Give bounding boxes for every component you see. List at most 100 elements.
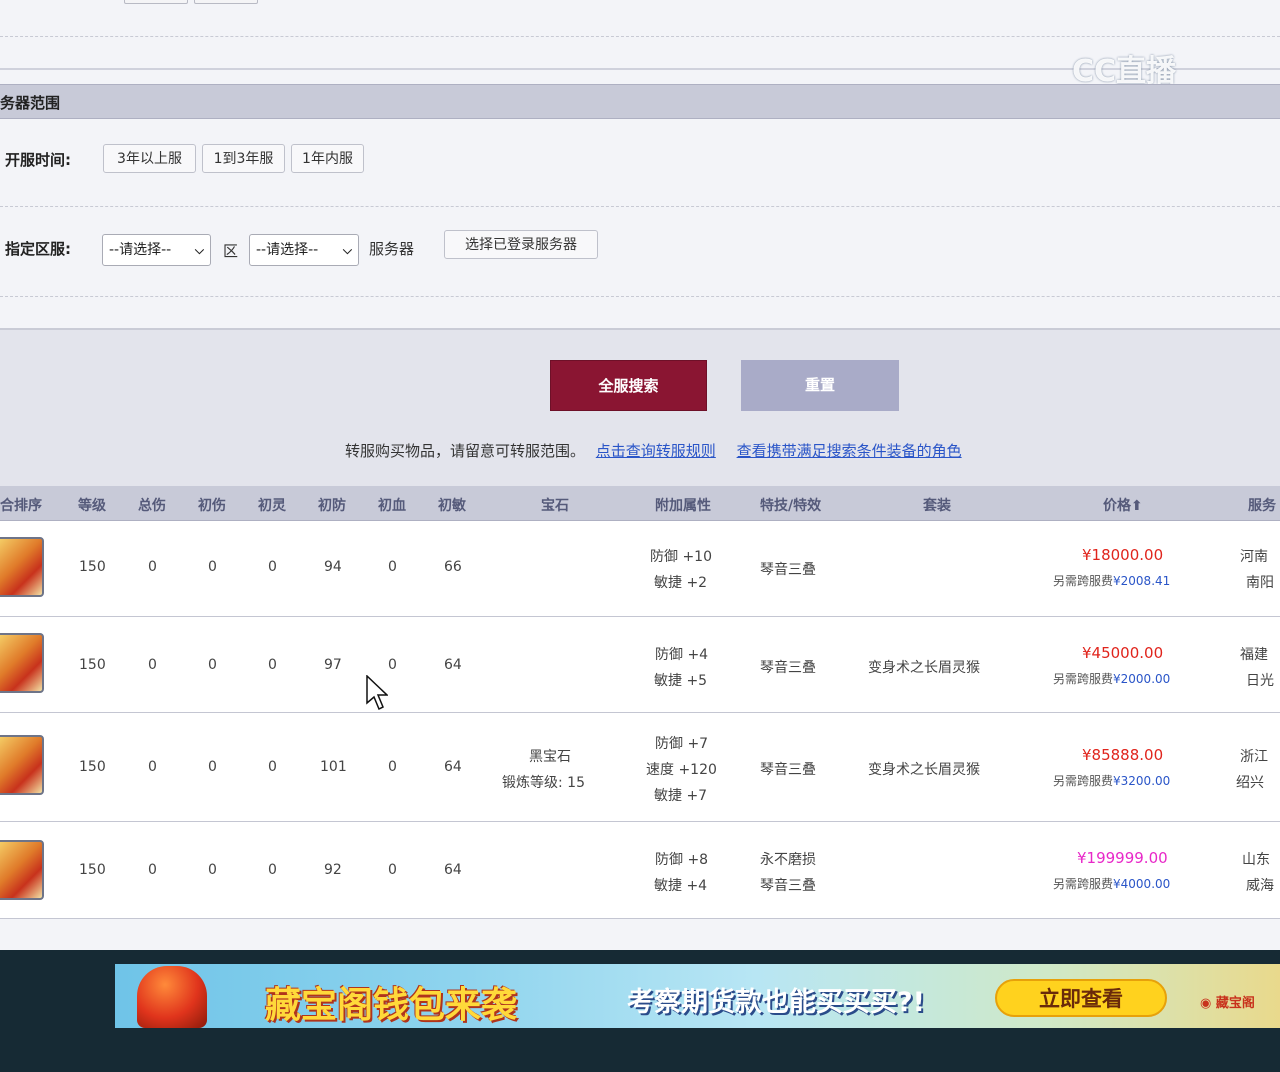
th-init-defense[interactable]: 初防 xyxy=(318,495,346,515)
cell-init-spirit: 0 xyxy=(268,559,277,575)
banner-logo-text: 藏宝阁 xyxy=(1215,996,1255,1011)
cell-level: 150 xyxy=(79,862,106,878)
cell-gem-level: 锻炼等级: 15 xyxy=(502,775,585,791)
full-server-search-button[interactable]: 全服搜索 xyxy=(550,360,707,411)
th-gem: 宝石 xyxy=(541,498,569,514)
divider xyxy=(0,206,1280,207)
table-row[interactable]: 150 0 0 0 101 0 64 黑宝石 锻炼等级: 15 防御 +7 速度… xyxy=(0,713,1280,822)
cell-init-defense: 94 xyxy=(324,559,342,575)
th-init-spirit[interactable]: 初灵 xyxy=(258,495,286,515)
th-attributes: 附加属性 xyxy=(655,498,711,514)
th-init-hp[interactable]: 初血 xyxy=(378,495,406,515)
cell-skill: 永不磨损 xyxy=(760,852,816,868)
cell-attribute: 速度 +120 xyxy=(646,762,717,778)
cell-init-damage: 0 xyxy=(208,657,217,673)
mascot-icon xyxy=(137,966,207,1028)
cell-init-agility: 64 xyxy=(444,862,462,878)
cell-init-damage: 0 xyxy=(208,862,217,878)
th-set: 套装 xyxy=(923,498,951,514)
cell-server-region: 浙江 xyxy=(1240,749,1268,765)
open-time-3plus-button[interactable]: 3年以上服 xyxy=(103,144,196,173)
choose-logged-server-button[interactable]: 选择已登录服务器 xyxy=(444,230,598,259)
cell-price: ¥18000.00 xyxy=(1082,546,1164,564)
open-time-within1-button[interactable]: 1年内服 xyxy=(291,144,364,173)
th-init-damage[interactable]: 初伤 xyxy=(198,495,226,515)
area-select-value: --请选择-- xyxy=(109,242,172,258)
cell-attribute: 敏捷 +4 xyxy=(654,878,708,894)
fee-label: 另需跨服费 xyxy=(1053,877,1114,891)
server-select-value: --请选择-- xyxy=(256,242,319,258)
server-suffix: 服务器 xyxy=(369,240,415,258)
cell-level: 150 xyxy=(79,657,106,673)
cell-server-name: 绍兴 xyxy=(1236,775,1264,791)
cell-attribute: 防御 +8 xyxy=(655,852,709,868)
cell-price: ¥199999.00 xyxy=(1077,849,1168,867)
cell-fee: 另需跨服费¥4000.00 xyxy=(1053,875,1170,892)
divider xyxy=(0,296,1280,297)
th-init-agility[interactable]: 初敏 xyxy=(438,495,466,515)
cell-server-region: 河南 xyxy=(1240,549,1268,565)
server-select[interactable]: --请选择-- ⌵ xyxy=(249,234,359,266)
cell-total-damage: 0 xyxy=(148,559,157,575)
fee-amount: ¥4000.00 xyxy=(1113,877,1171,891)
area-select[interactable]: --请选择-- ⌵ xyxy=(102,234,211,266)
item-thumbnail[interactable] xyxy=(0,633,44,693)
cell-init-hp: 0 xyxy=(388,862,397,878)
cell-init-damage: 0 xyxy=(208,559,217,575)
ad-banner[interactable]: 藏宝阁钱包来袭 考察期货款也能买买买?! 立即查看 ◉ 藏宝阁 xyxy=(115,964,1280,1028)
th-price[interactable]: 价格⬆ xyxy=(1103,495,1143,515)
cell-init-hp: 0 xyxy=(388,759,397,775)
th-total-damage[interactable]: 总伤 xyxy=(138,495,166,515)
open-time-1to3-button[interactable]: 1到3年服 xyxy=(202,144,285,173)
cell-total-damage: 0 xyxy=(148,862,157,878)
banner-subtitle: 考察期货款也能买买买?! xyxy=(627,987,925,1018)
th-skills: 特技/特效 xyxy=(760,498,822,514)
server-range-header: 务器范围 xyxy=(0,84,1280,119)
reset-button[interactable]: 重置 xyxy=(741,360,899,411)
transfer-notice: 转服购买物品，请留意可转服范围。 点击查询转服规则 查看携带满足搜索条件装备的角… xyxy=(345,440,962,461)
fee-amount: ¥2008.41 xyxy=(1113,574,1171,588)
cell-skill: 琴音三叠 xyxy=(760,762,816,778)
item-thumbnail[interactable] xyxy=(0,840,44,900)
divider xyxy=(0,36,1280,37)
cell-skill: 琴音三叠 xyxy=(760,878,816,894)
cell-gem: 黑宝石 xyxy=(529,749,571,765)
view-now-button[interactable]: 立即查看 xyxy=(995,979,1167,1017)
coin-icon: ◉ xyxy=(1200,996,1212,1011)
top-button-1[interactable] xyxy=(124,0,188,4)
table-row[interactable]: 150 0 0 0 94 0 66 防御 +10 敏捷 +2 琴音三叠 ¥180… xyxy=(0,521,1280,617)
cell-price: ¥45000.00 xyxy=(1082,644,1164,662)
fee-label: 另需跨服费 xyxy=(1053,672,1114,686)
results-table-header: 合排序 等级 总伤 初伤 初灵 初防 初血 初敏 宝石 附加属性 特技/特效 套… xyxy=(0,486,1280,521)
cell-server-region: 福建 xyxy=(1240,647,1268,663)
transfer-rules-link[interactable]: 点击查询转服规则 xyxy=(596,442,716,460)
fee-label: 另需跨服费 xyxy=(1053,574,1114,588)
cell-fee: 另需跨服费¥2008.41 xyxy=(1053,572,1170,589)
mouse-cursor-icon xyxy=(366,675,388,711)
cell-init-defense: 92 xyxy=(324,862,342,878)
fee-amount: ¥3200.00 xyxy=(1113,774,1171,788)
area-suffix: 区 xyxy=(223,242,239,260)
cell-attribute: 防御 +4 xyxy=(655,647,709,663)
table-row[interactable]: 150 0 0 0 97 0 64 防御 +4 敏捷 +5 琴音三叠 变身术之长… xyxy=(0,617,1280,713)
table-row[interactable]: 150 0 0 0 92 0 64 防御 +8 敏捷 +4 永不磨损 琴音三叠 … xyxy=(0,822,1280,919)
view-matching-roles-link[interactable]: 查看携带满足搜索条件装备的角色 xyxy=(737,442,962,460)
cell-init-spirit: 0 xyxy=(268,657,277,673)
th-level[interactable]: 等级 xyxy=(78,495,106,515)
cell-skill: 琴音三叠 xyxy=(760,660,816,676)
top-button-2[interactable] xyxy=(194,0,258,4)
cell-init-spirit: 0 xyxy=(268,759,277,775)
chevron-down-icon: ⌵ xyxy=(194,243,204,257)
item-thumbnail[interactable] xyxy=(0,735,44,795)
cell-init-spirit: 0 xyxy=(268,862,277,878)
notice-text: 转服购买物品，请留意可转服范围。 xyxy=(345,442,586,460)
fee-label: 另需跨服费 xyxy=(1053,774,1114,788)
cell-attribute: 敏捷 +5 xyxy=(654,673,708,689)
cell-level: 150 xyxy=(79,759,106,775)
cell-total-damage: 0 xyxy=(148,657,157,673)
th-sort[interactable]: 合排序 xyxy=(0,495,42,515)
cell-attribute: 防御 +10 xyxy=(650,549,712,565)
item-thumbnail[interactable] xyxy=(0,537,44,597)
open-time-label: 开服时间: xyxy=(5,151,71,169)
cell-skill: 琴音三叠 xyxy=(760,562,816,578)
